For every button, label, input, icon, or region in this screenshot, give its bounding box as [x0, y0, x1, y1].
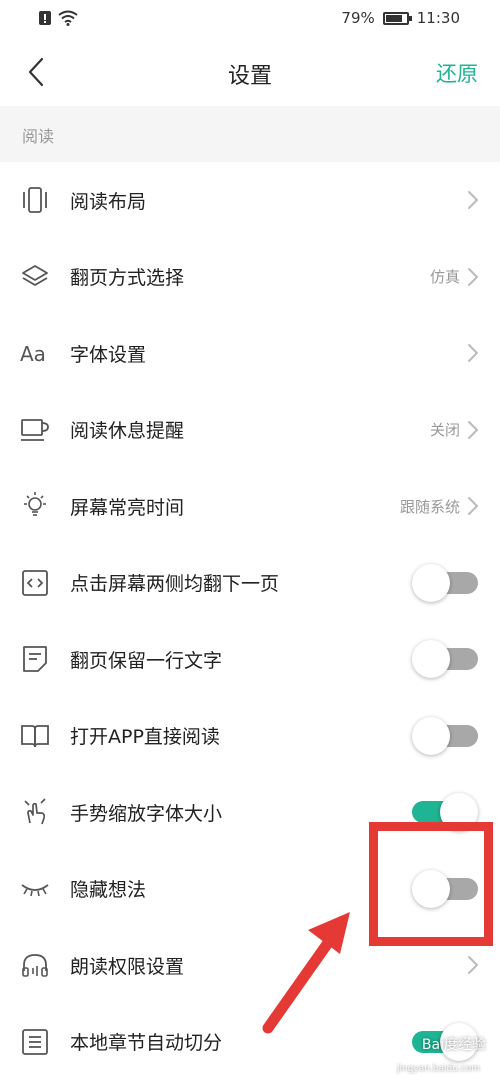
battery-fill: [385, 14, 402, 22]
headphones-icon: [18, 948, 52, 982]
section-title: 阅读: [22, 127, 55, 146]
status-left: [38, 10, 78, 26]
chevron-right-icon: [468, 267, 478, 286]
sim-alert-icon: [39, 11, 51, 25]
setting-label: 朗读权限设置: [70, 955, 185, 978]
setting-row[interactable]: 打开APP直接阅读: [0, 698, 500, 775]
battery-percent: 79%: [341, 9, 375, 27]
bulb-icon: [18, 489, 52, 523]
setting-toggle[interactable]: [412, 562, 478, 604]
chevron-right-icon: [468, 497, 478, 516]
status-bar: 79% 11:30: [0, 0, 500, 38]
wifi-icon: [58, 10, 78, 26]
setting-label: 点击屏幕两侧均翻下一页: [70, 573, 280, 596]
setting-toggle[interactable]: [412, 638, 478, 680]
font-icon: Aa: [18, 336, 52, 370]
setting-value: 仿真: [429, 268, 460, 287]
setting-row[interactable]: 阅读布局: [0, 162, 500, 239]
svg-text:Aa: Aa: [20, 342, 46, 365]
gesture-icon: [18, 795, 52, 829]
setting-row[interactable]: 翻页保留一行文字: [0, 621, 500, 698]
list-icon: [18, 1025, 52, 1059]
eye-closed-icon: [18, 872, 52, 906]
setting-row[interactable]: 翻页方式选择 仿真: [0, 239, 500, 316]
layout-icon: [18, 183, 52, 217]
setting-row[interactable]: 点击屏幕两侧均翻下一页: [0, 545, 500, 622]
cup-icon: [18, 413, 52, 447]
annotation-highlight-box: [369, 822, 493, 946]
annotation-arrow-icon: [262, 912, 350, 1034]
code-icon: [18, 566, 52, 600]
chevron-right-icon: [468, 956, 478, 975]
setting-row[interactable]: Aa 字体设置: [0, 315, 500, 392]
layers-icon: [18, 260, 52, 294]
setting-label: 屏幕常亮时间: [70, 496, 185, 519]
nav-bar: 设置 还原: [0, 38, 500, 106]
setting-label: 字体设置: [70, 343, 147, 366]
note-icon: [18, 642, 52, 676]
toggle-knob: [412, 716, 450, 755]
book-icon: [18, 719, 52, 753]
chevron-right-icon: [468, 420, 478, 439]
setting-row[interactable]: 屏幕常亮时间 跟随系统: [0, 468, 500, 545]
toggle-knob: [412, 640, 450, 679]
setting-label: 阅读休息提醒: [70, 420, 185, 443]
watermark-url: jingyan.baidu.com: [396, 1064, 480, 1074]
restore-button[interactable]: 还原: [436, 58, 478, 88]
chevron-right-icon: [468, 191, 478, 210]
chevron-right-icon: [468, 344, 478, 363]
status-right: 79% 11:30: [341, 9, 460, 27]
setting-label: 打开APP直接阅读: [70, 726, 220, 749]
clock: 11:30: [416, 9, 460, 27]
setting-label: 隐藏想法: [70, 879, 147, 902]
setting-toggle[interactable]: [412, 715, 478, 757]
battery-icon: [382, 11, 412, 25]
setting-label: 翻页保留一行文字: [70, 649, 223, 672]
section-header: 阅读: [0, 106, 500, 162]
page-title: 设置: [227, 64, 272, 89]
setting-row[interactable]: 阅读休息提醒 关闭: [0, 392, 500, 469]
toggle-knob: [412, 563, 450, 602]
setting-label: 阅读布局: [70, 190, 147, 213]
watermark: Bai度经验: [421, 1037, 486, 1053]
setting-label: 手势缩放字体大小: [70, 802, 223, 825]
setting-value: 跟随系统: [399, 497, 460, 516]
setting-label: 翻页方式选择: [70, 267, 185, 290]
setting-label: 本地章节自动切分: [70, 1032, 223, 1055]
setting-value: 关闭: [429, 421, 460, 440]
